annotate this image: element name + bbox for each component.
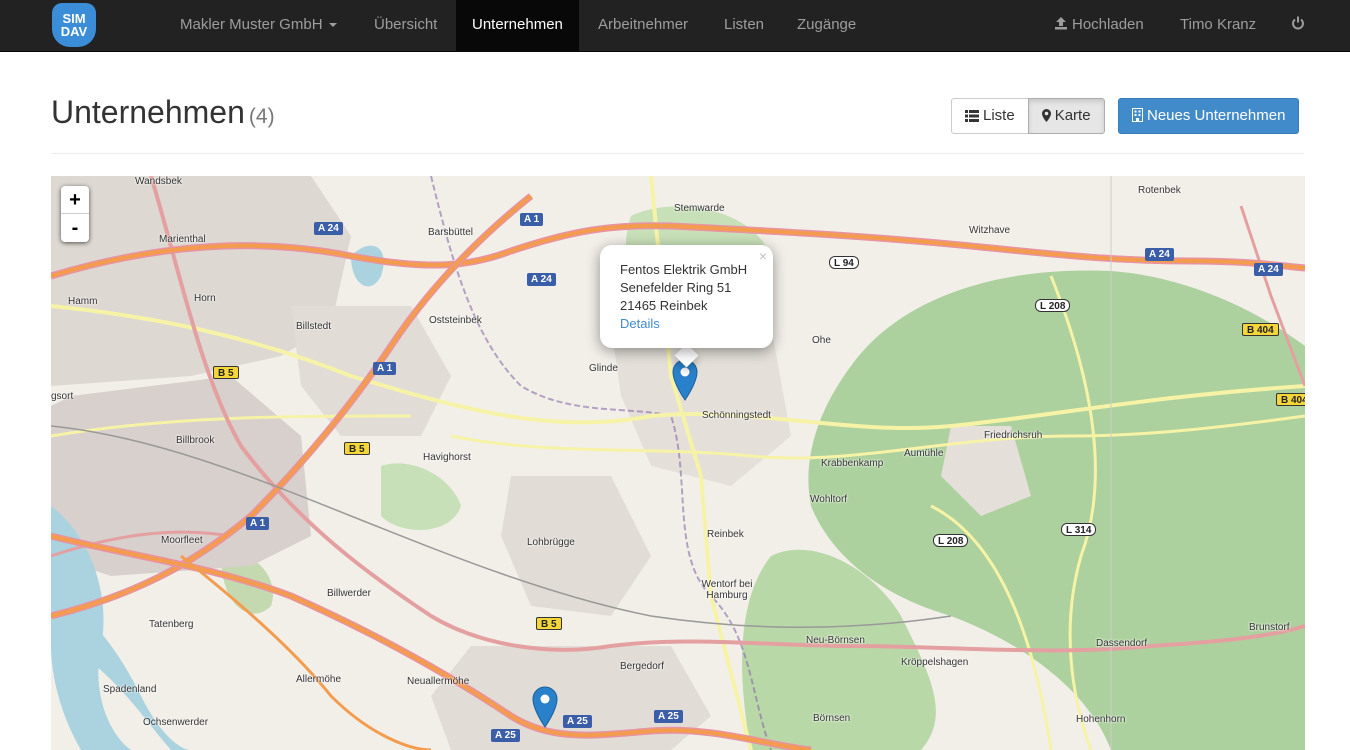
place-label: Lohbrügge (527, 537, 575, 548)
new-company-label: Neues Unternehmen (1147, 107, 1286, 124)
place-label: Friedrichsruh (984, 430, 1043, 441)
place-label: Wentorf bei Hamburg (701, 579, 753, 601)
nav-uebersicht[interactable]: Übersicht (358, 0, 453, 52)
place-label: Billstedt (296, 321, 332, 332)
place-label: Dassendorf (1096, 638, 1148, 649)
building-icon (1132, 108, 1143, 122)
place-label: Wandsbek (135, 176, 182, 187)
popup-street: Senefelder Ring 51 (620, 280, 732, 295)
place-label: Barsbüttel (428, 227, 474, 238)
logout-button[interactable] (1275, 0, 1321, 52)
zoom-control: + - (61, 186, 89, 242)
place-label: Neuallermöhe (407, 676, 470, 687)
popup-close-button[interactable]: × (759, 247, 767, 265)
power-icon (1292, 16, 1304, 30)
company-count: (4) (248, 105, 275, 128)
place-label: Billbrook (176, 435, 215, 446)
place-label: Allermöhe (296, 674, 342, 685)
nav-zugaenge[interactable]: Zugänge (781, 0, 872, 52)
header-divider (51, 153, 1304, 154)
road-shield: B 5 (536, 617, 562, 630)
place-label: Reinbek (707, 529, 744, 540)
place-label: Stemwarde (674, 203, 725, 214)
map-marker-icon (1041, 109, 1051, 122)
road-shield: L 208 (933, 534, 969, 547)
page-title: Unternehmen (4) (51, 94, 275, 130)
map-view-button[interactable]: Karte (1027, 98, 1105, 134)
list-icon (965, 110, 979, 122)
new-company-button[interactable]: Neues Unternehmen (1118, 98, 1300, 134)
place-label: Horn (194, 293, 216, 304)
road-shield: A 24 (314, 222, 343, 235)
place-label: Börnsen (813, 713, 851, 724)
place-label: Kröppelshagen (901, 657, 969, 668)
place-label: Marienthal (159, 234, 206, 245)
place-label: Bergedorf (620, 661, 664, 672)
place-label: Rotenbek (1138, 185, 1181, 196)
company-popup: × Fentos Elektrik GmbH Senefelder Ring 5… (600, 245, 773, 348)
place-label: Billwerder (327, 588, 371, 599)
road-shield: B 5 (213, 366, 239, 379)
place-label: Wohltorf (810, 494, 848, 505)
road-shield: A 24 (527, 273, 556, 286)
zoom-in-button[interactable]: + (61, 186, 89, 214)
zoom-out-button[interactable]: - (61, 214, 89, 242)
place-label: Spadenland (103, 684, 157, 695)
road-shield: A 25 (654, 710, 683, 723)
road-shield: A 24 (1145, 248, 1174, 261)
simdav-logo[interactable]: SIM DAV (52, 3, 96, 47)
place-label: Hamm (68, 296, 98, 307)
road-shield: L 314 (1061, 523, 1097, 536)
chevron-down-icon (328, 23, 337, 28)
road-shield: A 25 (563, 715, 592, 728)
upload-icon (1055, 17, 1067, 30)
view-toggle: Liste Karte (951, 98, 1105, 134)
road-shield: A 24 (1254, 263, 1283, 276)
popup-details-link[interactable]: Details (620, 316, 660, 331)
place-label: Ohe (812, 335, 831, 346)
road-shield: A 25 (491, 729, 520, 742)
place-label: Witzhave (969, 225, 1011, 236)
popup-city: 21465 Reinbek (620, 298, 708, 313)
place-label: Neu-Börnsen (806, 635, 865, 646)
nav-unternehmen[interactable]: Unternehmen (456, 0, 579, 52)
company-map[interactable]: Wandsbek Marienthal Hamm Horn Billstedt … (51, 176, 1305, 750)
list-view-button[interactable]: Liste (951, 98, 1029, 134)
road-shield: B 404 (1242, 323, 1279, 336)
user-menu[interactable]: Timo Kranz (1164, 0, 1272, 52)
company-label: Makler Muster GmbH (180, 16, 323, 33)
nav-listen[interactable]: Listen (708, 0, 780, 52)
place-label: Krabbenkamp (821, 458, 884, 469)
company-dropdown[interactable]: Makler Muster GmbH (164, 0, 353, 52)
map-marker-icon[interactable] (532, 686, 558, 728)
place-label: Ochsenwerder (143, 717, 209, 728)
top-navbar: SIM DAV Makler Muster GmbH Übersicht Unte… (0, 0, 1350, 52)
place-label: Glinde (589, 363, 618, 374)
place-label: Brunstorf (1249, 622, 1290, 633)
list-view-label: Liste (983, 107, 1015, 124)
road-shield: A 1 (520, 213, 544, 226)
upload-label: Hochladen (1072, 16, 1144, 33)
map-view-label: Karte (1054, 107, 1091, 124)
place-label: gsort (51, 391, 74, 402)
place-label: Havighorst (423, 452, 471, 463)
place-label: Moorfleet (161, 535, 203, 546)
road-shield: A 1 (373, 362, 397, 375)
upload-link[interactable]: Hochladen (1038, 0, 1160, 52)
road-shield: L 208 (1035, 299, 1071, 312)
nav-arbeitnehmer[interactable]: Arbeitnehmer (582, 0, 704, 52)
road-shield: L 94 (829, 256, 859, 269)
place-label: Aumühle (904, 448, 944, 459)
place-label: Tatenberg (149, 619, 194, 630)
place-label: Hohenhorn (1076, 714, 1126, 725)
road-shield: A 1 (246, 517, 270, 530)
popup-company-name: Fentos Elektrik GmbH (620, 262, 748, 277)
road-shield: B 5 (344, 442, 370, 455)
road-shield: B 404 (1276, 393, 1305, 406)
place-label: Schönningstedt (702, 410, 771, 421)
place-label: Oststeinbek (429, 315, 482, 326)
